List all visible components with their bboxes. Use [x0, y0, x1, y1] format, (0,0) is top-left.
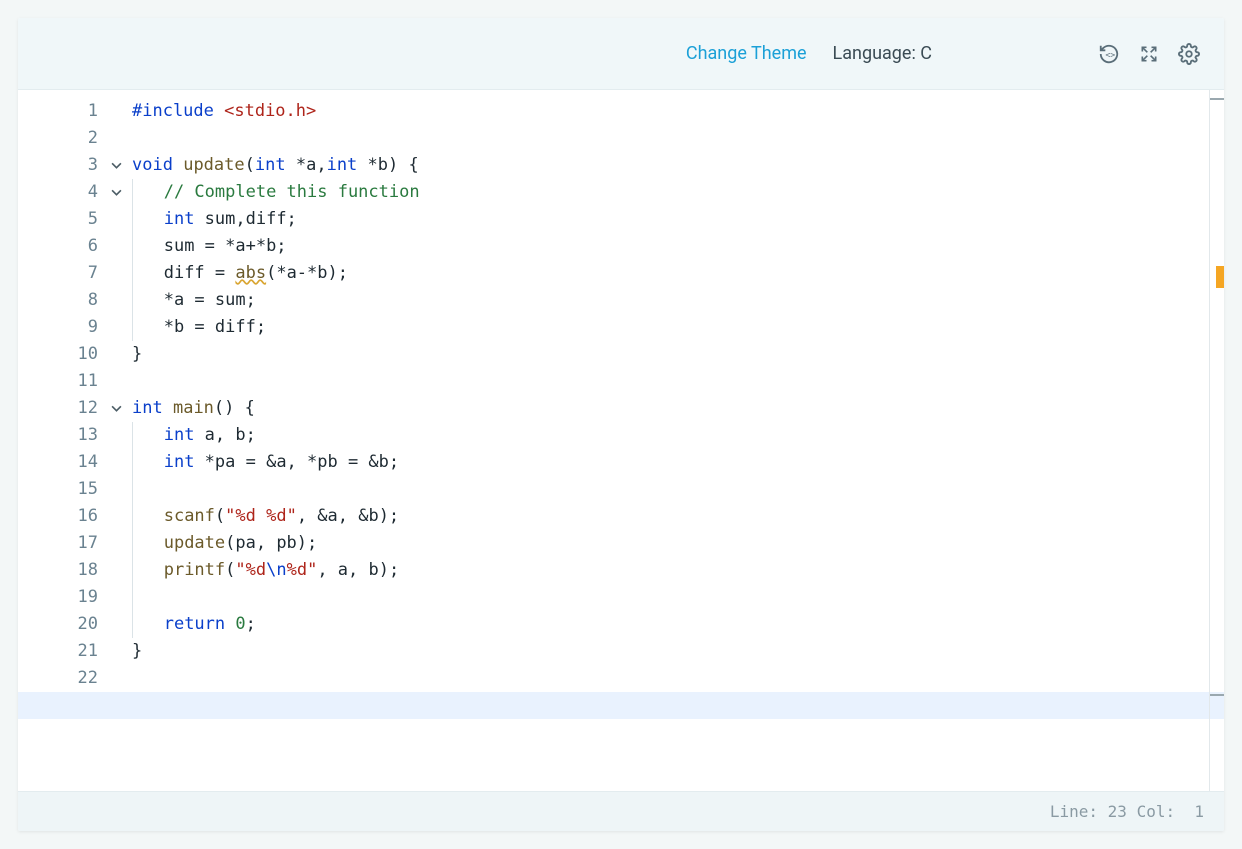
line-number: 3	[18, 152, 106, 179]
code-line[interactable]	[132, 368, 1224, 395]
code-line[interactable]: #include <stdio.h>	[132, 98, 1224, 125]
code-line[interactable]: diff = abs(*a-*b);	[132, 260, 1224, 287]
code-line[interactable]: *a = sum;	[132, 287, 1224, 314]
status-line-value: 23	[1108, 802, 1127, 821]
line-number: 14	[18, 449, 106, 476]
toolbar-icons: <>	[1098, 43, 1200, 65]
code-line[interactable]: *b = diff;	[132, 314, 1224, 341]
statusbar: Line: 23 Col: 1	[18, 791, 1224, 831]
line-number: 16	[18, 503, 106, 530]
scroll-tick-active	[1210, 694, 1224, 696]
code-line[interactable]: int *pa = &a, *pb = &b;	[132, 449, 1224, 476]
line-number: 8	[18, 287, 106, 314]
code-line[interactable]: update(pa, pb);	[132, 530, 1224, 557]
language-value: C	[920, 43, 932, 64]
code-line[interactable]: // Complete this function	[132, 179, 1224, 206]
line-number: 11	[18, 368, 106, 395]
code-area[interactable]: #include <stdio.h> void update(int *a,int…	[106, 90, 1224, 791]
gear-icon[interactable]	[1178, 43, 1200, 65]
line-number: 18	[18, 557, 106, 584]
code-line[interactable]: void update(int *a,int *b) {	[132, 152, 1224, 179]
line-number: 4	[18, 179, 106, 206]
code-line[interactable]: }	[132, 341, 1224, 368]
language-prefix: Language:	[833, 43, 921, 64]
line-number: 7	[18, 260, 106, 287]
fullscreen-icon[interactable]	[1138, 43, 1160, 65]
code-line[interactable]: int a, b;	[132, 422, 1224, 449]
change-theme-link[interactable]: Change Theme	[686, 43, 807, 64]
editor-body[interactable]: 1234567891011121314151617181920212223 #i…	[18, 90, 1224, 791]
line-number: 19	[18, 584, 106, 611]
code-line[interactable]: sum = *a+*b;	[132, 233, 1224, 260]
minimap-warning-marker[interactable]	[1216, 266, 1224, 288]
language-selector[interactable]: Language: C	[833, 43, 932, 64]
code-line[interactable]	[132, 125, 1224, 152]
code-line[interactable]: }	[132, 638, 1224, 665]
code-line[interactable]	[132, 476, 1224, 503]
line-number: 17	[18, 530, 106, 557]
line-number: 10	[18, 341, 106, 368]
line-number: 15	[18, 476, 106, 503]
line-number: 21	[18, 638, 106, 665]
code-line[interactable]	[132, 665, 1224, 692]
editor-container: Change Theme Language: C <>	[18, 18, 1224, 831]
reset-icon[interactable]: <>	[1098, 43, 1120, 65]
scroll-edge	[1209, 90, 1210, 791]
status-line-label: Line:	[1050, 802, 1098, 821]
line-number: 6	[18, 233, 106, 260]
code-line[interactable]: return 0;	[132, 611, 1224, 638]
status-col-value: 1	[1194, 802, 1204, 821]
code-line[interactable]: int sum,diff;	[132, 206, 1224, 233]
line-number: 2	[18, 125, 106, 152]
code-line[interactable]: printf("%d\n%d", a, b);	[132, 557, 1224, 584]
toolbar: Change Theme Language: C <>	[18, 18, 1224, 90]
line-number: 12	[18, 395, 106, 422]
status-col-label: Col:	[1137, 802, 1176, 821]
line-number: 20	[18, 611, 106, 638]
code-line[interactable]	[132, 584, 1224, 611]
code-line[interactable]	[18, 692, 1224, 719]
line-number: 9	[18, 314, 106, 341]
code-line[interactable]: int main() {	[132, 395, 1224, 422]
svg-text:<>: <>	[1105, 49, 1115, 59]
line-number: 1	[18, 98, 106, 125]
line-number: 5	[18, 206, 106, 233]
line-number: 22	[18, 665, 106, 692]
line-number: 13	[18, 422, 106, 449]
code-line[interactable]: scanf("%d %d", &a, &b);	[132, 503, 1224, 530]
gutter: 1234567891011121314151617181920212223	[18, 90, 106, 791]
scroll-tick-top	[1210, 98, 1224, 100]
